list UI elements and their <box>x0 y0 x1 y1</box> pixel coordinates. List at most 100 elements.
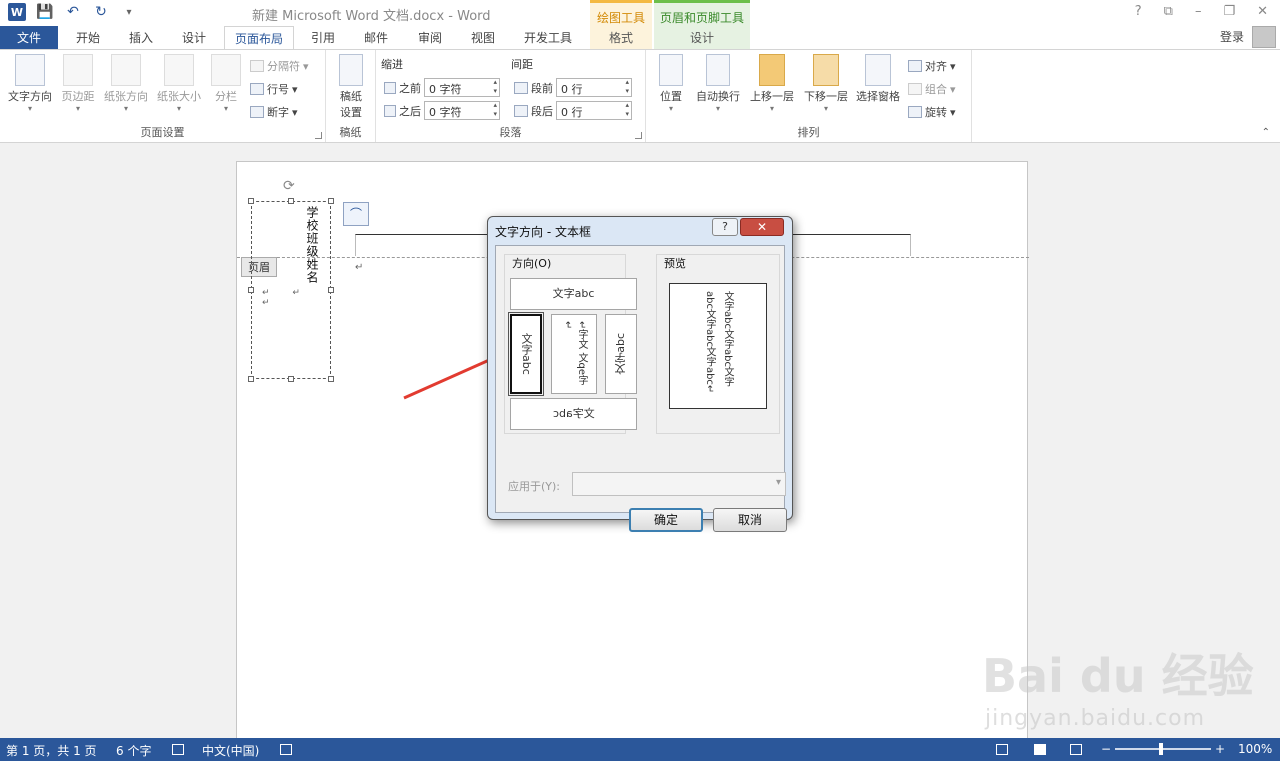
hyphenation-button[interactable]: 断字 ▾ <box>250 104 298 120</box>
tab-mailings[interactable]: 邮件 <box>352 26 400 49</box>
proofing-icon[interactable] <box>172 742 184 756</box>
space-after-label: 段后 <box>531 104 553 118</box>
selection-pane-button[interactable]: 选择窗格 <box>852 54 904 104</box>
quick-access-toolbar: W 💾 ↶ ↻ ▾ <box>8 3 138 21</box>
paragraph-launcher-icon[interactable] <box>635 132 642 139</box>
redo-icon[interactable]: ↻ <box>92 4 110 20</box>
dropdown-caret-icon: ▾ <box>176 104 181 113</box>
margins-button[interactable]: 页边距 ▾ <box>58 54 98 113</box>
page-count[interactable]: 第 1 页，共 1 页 <box>6 742 97 759</box>
line-numbers-icon <box>250 83 264 95</box>
web-layout-icon[interactable] <box>1070 742 1082 756</box>
dialog-body: 方向(O) 预览 文字abc 文字abc ↵字文 文qe字↵ 文字abc 文字a… <box>495 245 787 532</box>
help-button[interactable]: ? <box>1135 4 1142 19</box>
rotate-button[interactable]: 旋转 ▾ <box>908 104 956 120</box>
size-button[interactable]: 纸张大小 ▾ <box>154 54 204 113</box>
dropdown-caret-icon: ▾ <box>823 104 828 113</box>
resize-handle[interactable] <box>328 198 334 204</box>
zoom-in-button[interactable]: + <box>1215 742 1225 756</box>
resize-handle[interactable] <box>248 376 254 382</box>
save-icon[interactable]: 💾 <box>36 4 54 20</box>
header-footer-tools-header: 页眉和页脚工具 <box>654 0 750 26</box>
word-app-icon[interactable]: W <box>8 3 26 21</box>
tab-developer[interactable]: 开发工具 <box>512 26 584 49</box>
zoom-out-button[interactable]: − <box>1101 742 1111 756</box>
zoom-slider-thumb[interactable] <box>1159 743 1163 755</box>
manuscript-icon <box>339 54 363 86</box>
orientation-option-stacked-label: ↵字文 文qe字↵ <box>562 321 587 386</box>
tab-insert[interactable]: 插入 <box>118 26 164 49</box>
resize-handle[interactable] <box>328 376 334 382</box>
text-direction-icon <box>15 54 45 86</box>
bring-forward-button[interactable]: 上移一层 ▾ <box>746 54 798 113</box>
close-button[interactable]: ✕ <box>1257 4 1268 19</box>
rotate-icon <box>908 106 922 118</box>
send-backward-button[interactable]: 下移一层 ▾ <box>800 54 852 113</box>
space-after-input[interactable]: 0 行 <box>556 101 632 120</box>
zoom-level[interactable]: 100% <box>1238 742 1272 756</box>
position-button[interactable]: 位置 ▾ <box>654 54 688 113</box>
tab-home[interactable]: 开始 <box>64 26 112 49</box>
read-mode-icon[interactable] <box>996 742 1008 756</box>
indent-after-input[interactable]: 0 字符 <box>424 101 500 120</box>
dialog-close-button[interactable]: ✕ <box>740 218 784 236</box>
rotate-handle-icon[interactable]: ⟳ <box>283 178 295 194</box>
breaks-button[interactable]: 分隔符 ▾ <box>250 58 309 74</box>
orientation-button[interactable]: 纸张方向 ▾ <box>100 54 152 113</box>
orientation-option-vertical-stacked[interactable]: ↵字文 文qe字↵ <box>551 314 597 394</box>
align-button[interactable]: 对齐 ▾ <box>908 58 956 74</box>
text-box[interactable]: 学校班级姓名 ↵ ↵ ↵ <box>248 198 334 382</box>
macro-record-icon[interactable] <box>280 742 292 756</box>
tab-review[interactable]: 审阅 <box>406 26 454 49</box>
tab-page-layout[interactable]: 页面布局 <box>224 26 294 50</box>
undo-icon[interactable]: ↶ <box>64 4 82 20</box>
text-direction-button[interactable]: 文字方向 ▾ <box>4 54 56 113</box>
columns-button[interactable]: 分栏 ▾ <box>208 54 244 113</box>
dropdown-caret-icon: ▾ <box>75 104 80 113</box>
zoom-slider[interactable] <box>1115 743 1211 755</box>
tab-file[interactable]: 文件 <box>0 26 58 49</box>
page-setup-launcher-icon[interactable] <box>315 132 322 139</box>
orientation-option-rotated[interactable]: 文字abc <box>605 314 637 394</box>
tab-design[interactable]: 设计 <box>170 26 218 49</box>
avatar[interactable] <box>1252 26 1276 48</box>
tab-view[interactable]: 视图 <box>460 26 506 49</box>
dialog-help-button[interactable]: ? <box>712 218 738 236</box>
word-count[interactable]: 6 个字 <box>116 742 151 759</box>
maximize-button[interactable]: ❐ <box>1223 4 1235 19</box>
orientation-legend: 方向(O) <box>510 255 554 271</box>
apply-to-select[interactable] <box>572 472 786 496</box>
group-objects-button[interactable]: 组合 ▾ <box>908 81 956 97</box>
resize-handle[interactable] <box>288 376 294 382</box>
sign-in-link[interactable]: 登录 <box>1220 28 1244 45</box>
wrap-text-button[interactable]: 自动换行 ▾ <box>692 54 744 113</box>
manuscript-settings-button[interactable]: 稿纸 设置 <box>334 54 368 120</box>
collapse-ribbon-icon[interactable]: ⌃ <box>1262 127 1270 138</box>
tab-references[interactable]: 引用 <box>300 26 346 49</box>
align-label: 对齐 <box>925 60 947 73</box>
baidu-watermark: Bai du 经验 <box>982 649 1254 703</box>
language-indicator[interactable]: 中文(中国) <box>202 742 259 759</box>
qat-customize-icon[interactable]: ▾ <box>120 7 138 18</box>
tab-format[interactable]: 格式 <box>590 26 652 49</box>
space-before-row: 段前 0 行 <box>514 78 632 97</box>
cancel-button[interactable]: 取消 <box>713 508 787 532</box>
ribbon-display-options-button[interactable]: ⧉ <box>1164 4 1173 19</box>
resize-handle[interactable] <box>288 198 294 204</box>
ok-button[interactable]: 确定 <box>629 508 703 532</box>
space-before-input[interactable]: 0 行 <box>556 78 632 97</box>
orientation-option-horizontal[interactable]: 文字abc <box>510 278 637 310</box>
tab-header-footer-design[interactable]: 设计 <box>654 26 750 49</box>
print-layout-icon[interactable] <box>1034 742 1046 756</box>
layout-options-icon[interactable]: ⌒ <box>343 202 369 226</box>
orientation-option-vertical[interactable]: 文字abc <box>508 312 544 396</box>
resize-handle[interactable] <box>248 287 254 293</box>
indent-before-input[interactable]: 0 字符 <box>424 78 500 97</box>
orientation-option-horizontal-flipped[interactable]: 文字abc <box>510 398 637 430</box>
space-after-row: 段后 0 行 <box>514 101 632 120</box>
minimize-button[interactable]: – <box>1195 4 1202 19</box>
resize-handle[interactable] <box>248 198 254 204</box>
line-numbers-button[interactable]: 行号 ▾ <box>250 81 298 97</box>
group-label-arrange: 排列 <box>797 126 820 139</box>
paragraph-mark: ↵ <box>355 262 364 273</box>
